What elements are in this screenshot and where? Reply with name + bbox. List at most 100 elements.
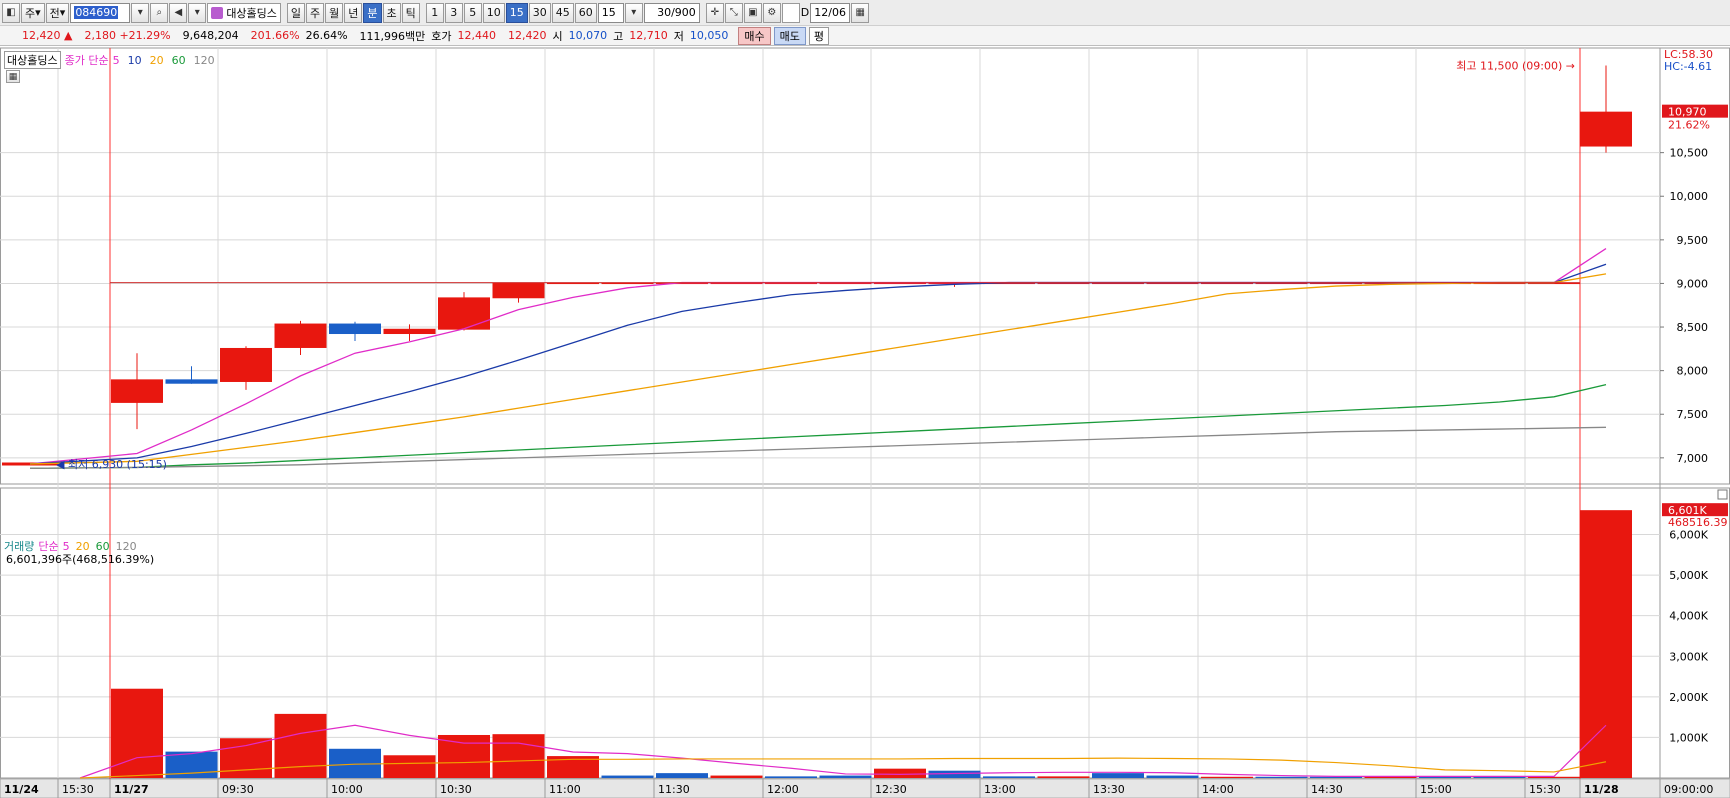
vol-tick-label-4: 5,000K [1669,569,1708,582]
interval-button-1[interactable]: 1 [425,2,444,23]
count-input[interactable]: 30/900 [643,2,700,23]
volume-bar-14 [819,775,872,778]
interval-select[interactable]: 15 [597,2,624,23]
stock-logo-icon [211,6,224,19]
price-chart[interactable]: 11/24 15:30 11/27 09:30 10:00 10:30 11:00 11:30… [0,46,1730,798]
vol-tick-label-2: 3,000K [1669,650,1708,663]
volume: 9,648,204 [182,29,239,42]
ask-label: 호가 [431,29,452,43]
price-pane [0,47,1730,485]
gear-icon[interactable]: ⚙ [762,2,781,23]
y-tick-label-6: 10,000 [1670,190,1709,203]
period-button-1[interactable]: 주 [306,2,325,23]
x-tick-label-7: 11:30 [658,783,690,796]
y-tick-label-5: 9,500 [1677,234,1709,247]
candle-2 [165,379,218,384]
candle-1 [111,379,163,403]
low-price: 10,050 [689,29,729,42]
vol-tick-label-1: 2,000K [1669,691,1708,704]
table-icon[interactable]: ▦ [6,70,20,83]
vol-tick-label-3: 4,000K [1669,610,1708,623]
open-price: 10,070 [568,29,608,42]
interval-button-30[interactable]: 30 [528,2,551,23]
buy-button[interactable]: 매수 [738,26,771,45]
period-button-3[interactable]: 년 [344,2,363,23]
close-pane-icon [1717,489,1728,500]
checkbox-label: D [800,6,810,19]
x-tick-label-2: 11/27 [114,783,149,796]
x-tick-label-15: 15:30 [1529,783,1561,796]
y-tick-label-1: 7,500 [1677,408,1709,421]
checkbox[interactable] [781,2,800,23]
x-tick-label-4: 10:00 [331,783,363,796]
volume-bar-21 [1201,776,1253,778]
stock-code-input[interactable]: 084690 [70,2,131,23]
x-tick-label-11: 13:30 [1093,783,1125,796]
high-price: 12,710 [629,29,668,42]
chart-type-icon[interactable]: ◧ [2,2,20,23]
sell-button[interactable]: 매도 [773,26,806,45]
high-annotation: 최고 11,500 (09:00) → [1456,59,1575,72]
period-button-2[interactable]: 월 [325,2,344,23]
high-label: 고 [613,29,624,43]
y-tick-label-3: 8,500 [1677,321,1709,334]
legend-stock-name[interactable]: 대상홀딩스 [4,51,61,69]
interval-button-60[interactable]: 60 [574,2,597,23]
period-button-4[interactable]: 분 [363,2,382,23]
volume-bar-28 [1580,510,1632,778]
volume-ratio: 201.66% [250,29,300,42]
legend-ma-5: 5 [112,53,120,67]
interval-button-3[interactable]: 3 [444,2,463,23]
volume-bar-13 [765,776,817,778]
volume-bar-11 [656,773,708,778]
x-tick-label-13: 14:30 [1311,783,1343,796]
legend-close-label: 종가 단순 [64,54,109,67]
volume-pane [0,487,1730,779]
trade-amount: 111,996백만 [359,29,426,43]
dropdown-icon[interactable]: ▾ [188,2,207,23]
x-tick-label-14: 15:00 [1420,783,1452,796]
last-price-label: 10,970 [1668,106,1707,119]
open-label: 시 [552,29,563,43]
prev-button[interactable]: 전 ▾ [45,2,70,23]
interval-button-10[interactable]: 10 [482,2,505,23]
interval-button-45[interactable]: 45 [551,2,574,23]
period-button-5[interactable]: 초 [382,2,401,23]
last-volume-sub: 468516.39 [1668,516,1728,529]
y-tick-label-7: 10,500 [1670,147,1709,160]
volume-bar-17 [983,776,1035,778]
volume-bar-22 [1255,776,1308,778]
x-tick-label-16: 11/28 [1584,783,1619,796]
save-icon[interactable]: ▣ [743,2,762,23]
calendar-icon[interactable]: ▦ [851,2,870,23]
dropdown-icon[interactable]: ▾ [624,2,643,23]
candle-28 [1580,111,1632,147]
candle-6 [383,328,436,335]
low-label: 저 [673,29,684,43]
legend-ma-10: 10 [127,53,142,67]
volume-bar-20 [1146,775,1199,778]
x-tick-label-1: 15:30 [62,783,94,796]
interval-button-15[interactable]: 15 [505,2,528,23]
volume-bar-18 [1037,776,1090,778]
draw-tool-icon[interactable]: ⤡ [724,2,743,23]
sound-icon[interactable]: ◀ [169,2,188,23]
candle-4 [274,323,327,348]
ask-price: 12,440 [457,29,497,42]
y-tick-label-0: 7,000 [1677,452,1709,465]
x-tick-label-3: 09:30 [222,783,254,796]
turnover: 26.64% [305,29,348,42]
dropdown-icon[interactable]: ▾ [131,2,150,23]
interval-button-5[interactable]: 5 [463,2,482,23]
date-input[interactable]: 12/06 [810,2,851,23]
x-tick-label-5: 10:30 [440,783,472,796]
search-icon[interactable]: ⌕ [150,2,169,23]
crosshair-icon[interactable]: ✛ [705,2,724,23]
period-button-0[interactable]: 일 [286,2,306,23]
interval-group: 1 3 5 10 15 30 45 60 [425,2,597,23]
legend-ma-60: 60 [171,53,186,67]
eval-button[interactable]: 평 [808,26,830,45]
market-select[interactable]: 주 ▾ [21,2,45,23]
period-button-6[interactable]: 틱 [401,2,420,23]
volume-bar-10 [601,775,654,778]
